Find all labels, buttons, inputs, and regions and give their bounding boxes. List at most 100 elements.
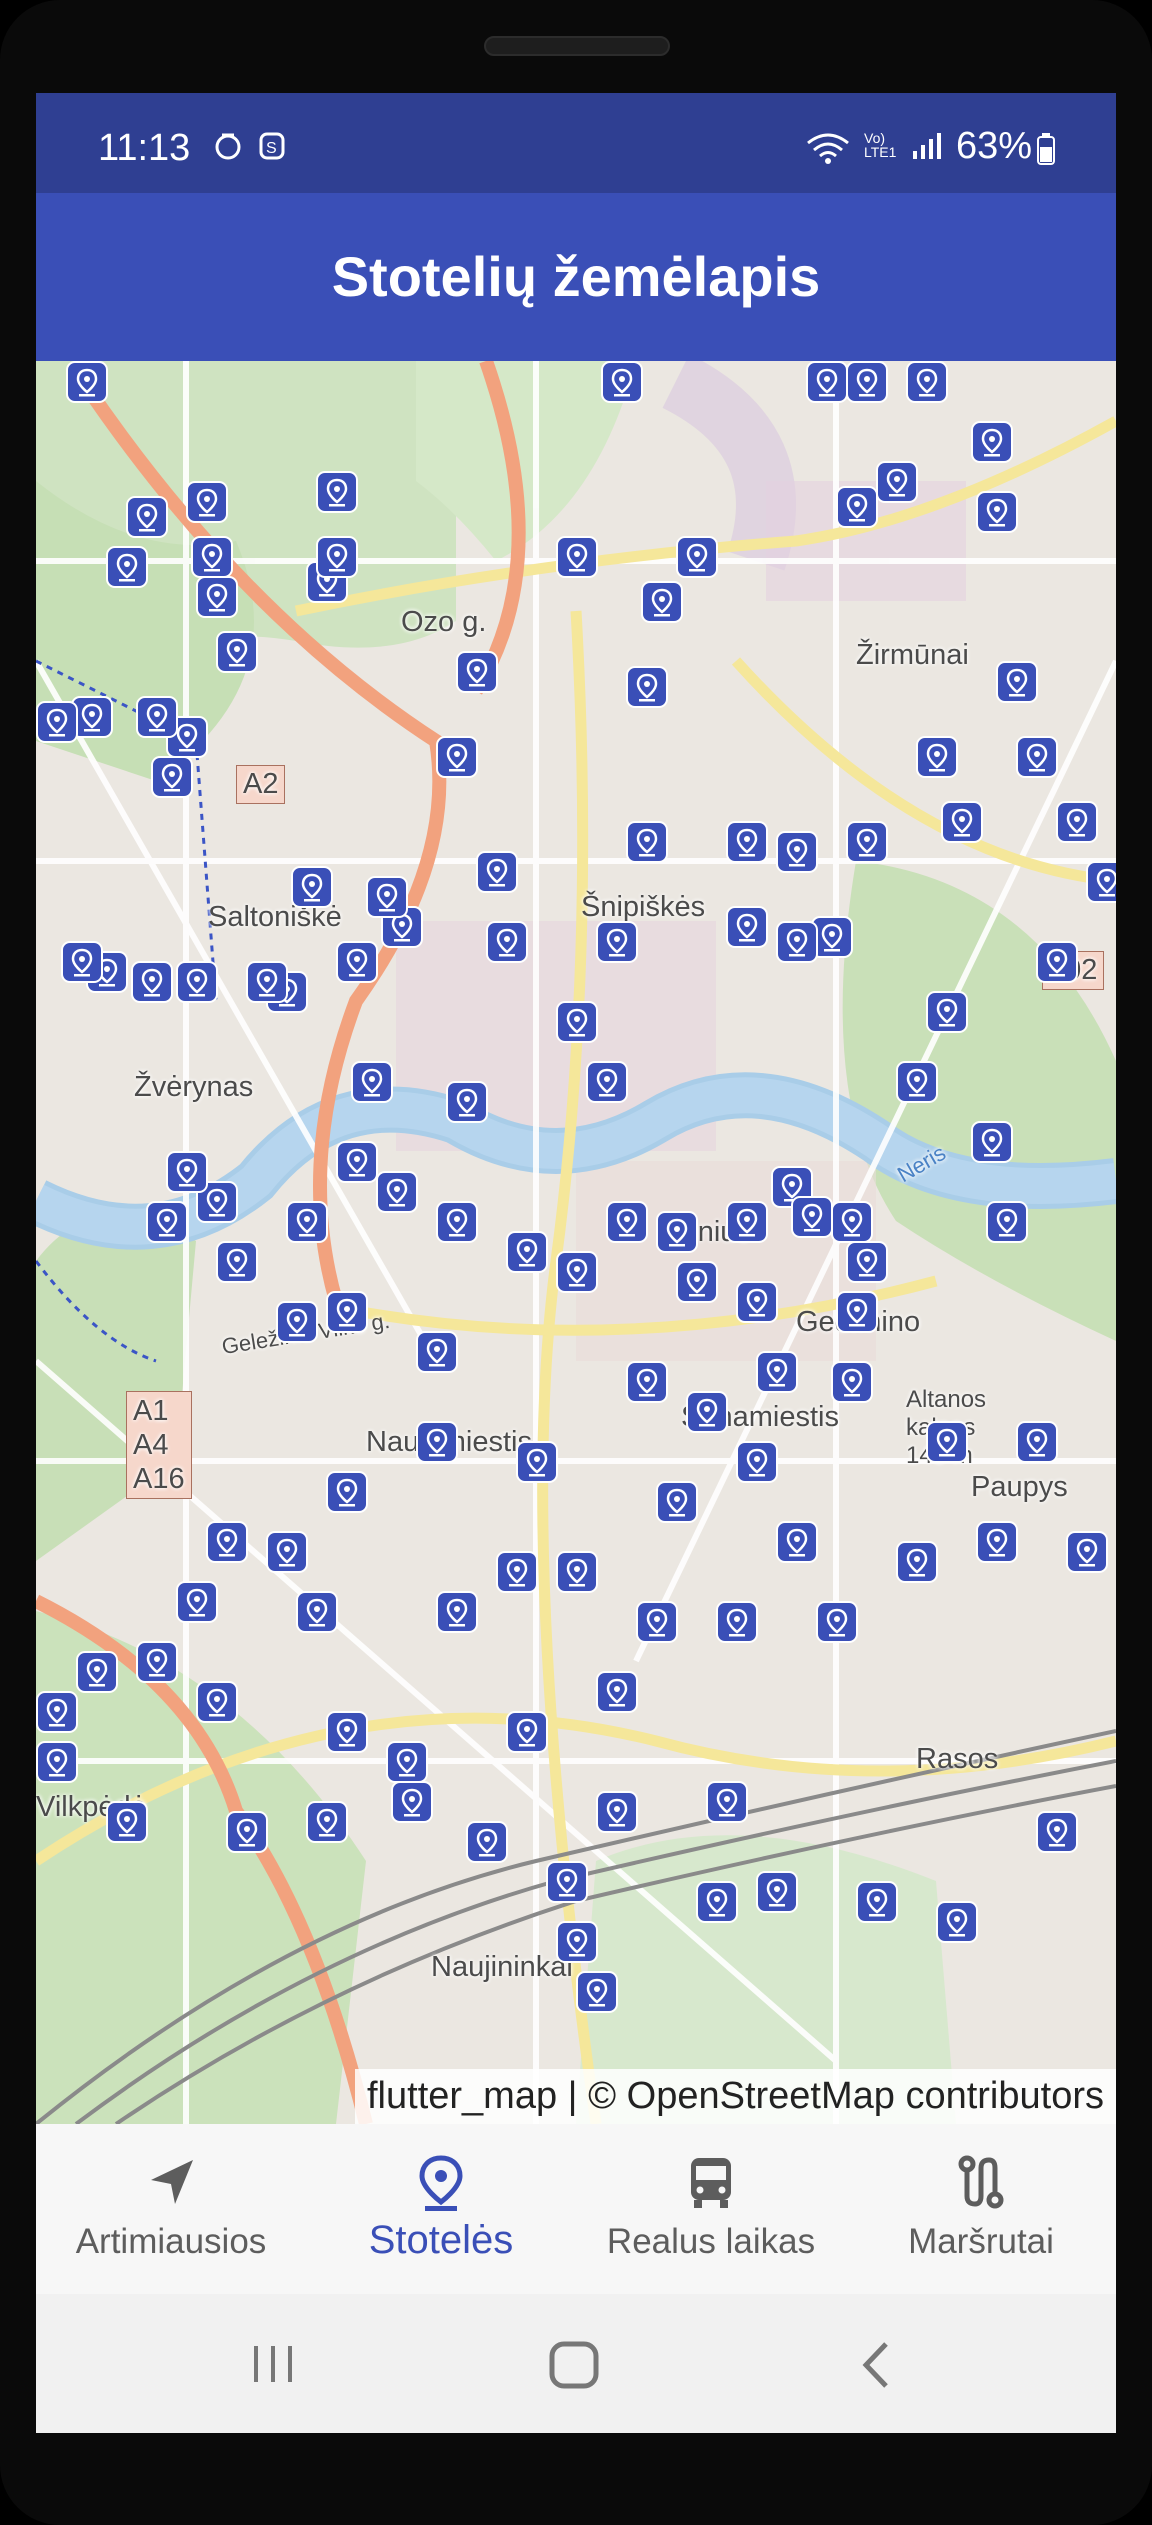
bus-stop-marker[interactable] — [106, 1801, 148, 1843]
bus-stop-marker[interactable] — [131, 961, 173, 1003]
bus-stop-marker[interactable] — [486, 921, 528, 963]
bus-stop-marker[interactable] — [556, 1251, 598, 1293]
nav-item-artimiausios[interactable]: Artimiausios — [36, 2124, 306, 2294]
bus-stop-marker[interactable] — [61, 941, 103, 983]
bus-stop-marker[interactable] — [776, 831, 818, 873]
bus-stop-marker[interactable] — [366, 876, 408, 918]
bus-stop-marker[interactable] — [1036, 941, 1078, 983]
bus-stop-marker[interactable] — [516, 1441, 558, 1483]
bus-stop-marker[interactable] — [456, 651, 498, 693]
back-icon[interactable] — [858, 2340, 894, 2395]
bus-stop-marker[interactable] — [316, 536, 358, 578]
map-attribution[interactable]: flutter_map | © OpenStreetMap contributo… — [355, 2069, 1116, 2124]
bus-stop-marker[interactable] — [601, 361, 643, 403]
bus-stop-marker[interactable] — [506, 1231, 548, 1273]
bus-stop-marker[interactable] — [976, 1521, 1018, 1563]
bus-stop-marker[interactable] — [36, 1741, 78, 1783]
bus-stop-marker[interactable] — [586, 1061, 628, 1103]
bus-stop-marker[interactable] — [706, 1781, 748, 1823]
bus-stop-marker[interactable] — [416, 1331, 458, 1373]
bus-stop-marker[interactable] — [191, 536, 233, 578]
bus-stop-marker[interactable] — [106, 546, 148, 588]
home-icon[interactable] — [548, 2340, 600, 2395]
bus-stop-marker[interactable] — [286, 1201, 328, 1243]
bus-stop-marker[interactable] — [816, 1601, 858, 1643]
bus-stop-marker[interactable] — [846, 1241, 888, 1283]
bus-stop-marker[interactable] — [216, 631, 258, 673]
bus-stop-marker[interactable] — [606, 1201, 648, 1243]
bus-stop-marker[interactable] — [936, 1901, 978, 1943]
bus-stop-marker[interactable] — [326, 1711, 368, 1753]
bus-stop-marker[interactable] — [376, 1171, 418, 1213]
bus-stop-marker[interactable] — [66, 361, 108, 403]
bus-stop-marker[interactable] — [351, 1061, 393, 1103]
bus-stop-marker[interactable] — [626, 666, 668, 708]
bus-stop-marker[interactable] — [776, 921, 818, 963]
bus-stop-marker[interactable] — [626, 1361, 668, 1403]
bus-stop-marker[interactable] — [576, 1971, 618, 2013]
bus-stop-marker[interactable] — [1066, 1531, 1108, 1573]
bus-stop-marker[interactable] — [926, 991, 968, 1033]
bus-stop-marker[interactable] — [326, 1291, 368, 1333]
bus-stop-marker[interactable] — [391, 1781, 433, 1823]
bus-stop-marker[interactable] — [1036, 1811, 1078, 1853]
bus-stop-marker[interactable] — [291, 866, 333, 908]
bus-stop-marker[interactable] — [896, 1061, 938, 1103]
bus-stop-marker[interactable] — [736, 1281, 778, 1323]
bus-stop-marker[interactable] — [756, 1351, 798, 1393]
bus-stop-marker[interactable] — [831, 1201, 873, 1243]
bus-stop-marker[interactable] — [556, 536, 598, 578]
bus-stop-marker[interactable] — [446, 1081, 488, 1123]
bus-stop-marker[interactable] — [36, 701, 78, 743]
bus-stop-marker[interactable] — [846, 821, 888, 863]
bus-stop-marker[interactable] — [926, 1421, 968, 1463]
bus-stop-marker[interactable] — [836, 486, 878, 528]
bus-stop-marker[interactable] — [726, 906, 768, 948]
bus-stop-marker[interactable] — [206, 1521, 248, 1563]
bus-stop-marker[interactable] — [726, 821, 768, 863]
bus-stop-marker[interactable] — [136, 1641, 178, 1683]
bus-stop-marker[interactable] — [196, 1681, 238, 1723]
bus-stop-marker[interactable] — [436, 736, 478, 778]
bus-stop-marker[interactable] — [596, 921, 638, 963]
bus-stop-marker[interactable] — [656, 1481, 698, 1523]
bus-stop-marker[interactable] — [196, 576, 238, 618]
bus-stop-marker[interactable] — [736, 1441, 778, 1483]
bus-stop-marker[interactable] — [546, 1861, 588, 1903]
bus-stop-marker[interactable] — [296, 1591, 338, 1633]
bus-stop-marker[interactable] — [656, 1211, 698, 1253]
bus-stop-marker[interactable] — [906, 361, 948, 403]
bus-stop-marker[interactable] — [216, 1241, 258, 1283]
bus-stop-marker[interactable] — [596, 1791, 638, 1833]
bus-stop-marker[interactable] — [336, 941, 378, 983]
bus-stop-marker[interactable] — [176, 1581, 218, 1623]
bus-stop-marker[interactable] — [941, 801, 983, 843]
bus-stop-marker[interactable] — [716, 1601, 758, 1643]
bus-stop-marker[interactable] — [791, 1196, 833, 1238]
bus-stop-marker[interactable] — [626, 821, 668, 863]
bus-stop-marker[interactable] — [676, 536, 718, 578]
bus-stop-marker[interactable] — [316, 471, 358, 513]
bus-stop-marker[interactable] — [336, 1141, 378, 1183]
bus-stop-marker[interactable] — [696, 1881, 738, 1923]
bus-stop-marker[interactable] — [166, 1151, 208, 1193]
bus-stop-marker[interactable] — [686, 1391, 728, 1433]
bus-stop-marker[interactable] — [986, 1201, 1028, 1243]
bus-stop-marker[interactable] — [971, 421, 1013, 463]
bus-stop-marker[interactable] — [266, 1531, 308, 1573]
bus-stop-marker[interactable] — [36, 1691, 78, 1733]
bus-stop-marker[interactable] — [1016, 1421, 1058, 1463]
bus-stop-marker[interactable] — [726, 1201, 768, 1243]
bus-stop-marker[interactable] — [971, 1121, 1013, 1163]
bus-stop-marker[interactable] — [436, 1201, 478, 1243]
bus-stop-marker[interactable] — [556, 1001, 598, 1043]
bus-stop-marker[interactable] — [896, 1541, 938, 1583]
bus-stop-marker[interactable] — [916, 736, 958, 778]
bus-stop-marker[interactable] — [856, 1881, 898, 1923]
bus-stop-marker[interactable] — [306, 1801, 348, 1843]
bus-stop-marker[interactable] — [1086, 861, 1116, 903]
bus-stop-marker[interactable] — [466, 1821, 508, 1863]
bus-stop-marker[interactable] — [676, 1261, 718, 1303]
bus-stop-marker[interactable] — [1056, 801, 1098, 843]
bus-stop-marker[interactable] — [806, 361, 848, 403]
